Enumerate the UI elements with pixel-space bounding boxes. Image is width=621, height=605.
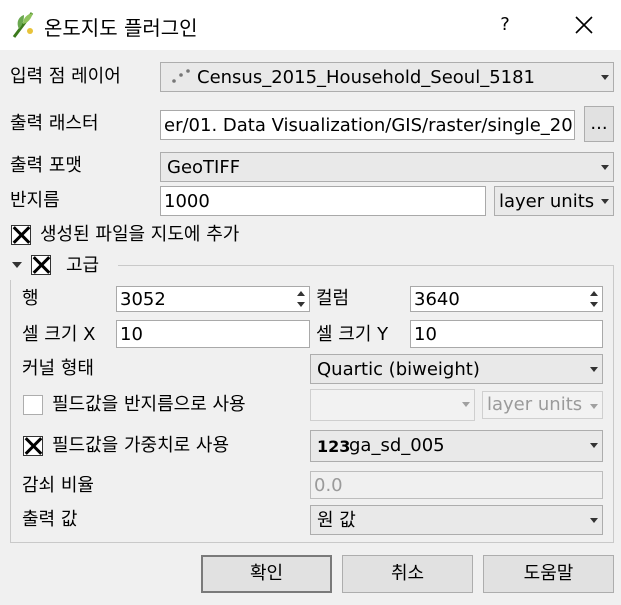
cell-x-input[interactable]: 10 (116, 320, 310, 348)
help-title-button[interactable]: ? (490, 10, 520, 40)
output-format-combo[interactable]: GeoTIFF (160, 152, 614, 182)
input-layer-combo[interactable]: Census_2015_Household_Seoul_5181 (160, 62, 614, 92)
chevron-down-icon (586, 506, 602, 534)
add-to-map-checkbox[interactable] (11, 225, 31, 245)
chevron-down-icon (597, 187, 613, 215)
chevron-down-icon (586, 392, 602, 420)
chevron-down-icon (586, 355, 602, 383)
rows-spinbox[interactable]: 3052 (116, 286, 310, 312)
cols-value: 3640 (414, 289, 460, 310)
close-button[interactable] (566, 10, 602, 40)
decay-label: 감쇠 비율 (22, 475, 94, 496)
advanced-checkbox[interactable] (31, 255, 51, 275)
output-raster-input[interactable]: er/01. Data Visualization/GIS/raster/sin… (160, 110, 575, 140)
qgis-logo-icon (10, 9, 38, 39)
radius-unit-combo[interactable]: layer units (494, 186, 614, 216)
output-format-label: 출력 포맷 (10, 155, 82, 176)
radius-field-checkbox[interactable] (23, 395, 43, 415)
window-title: 온도지도 플러그인 (44, 16, 198, 40)
weight-field-value: ga_sd_005 (349, 435, 445, 456)
cols-spinbox[interactable]: 3640 (410, 286, 603, 312)
decay-input[interactable]: 0.0 (310, 471, 603, 499)
kernel-combo[interactable]: Quartic (biweight) (310, 354, 603, 384)
chevron-down-icon (597, 63, 613, 91)
spin-up-icon[interactable] (587, 288, 601, 299)
chevron-down-icon (458, 390, 474, 418)
output-value-combo[interactable]: 원 값 (310, 505, 603, 535)
advanced-header (8, 254, 118, 280)
input-layer-label: 입력 점 레이어 (10, 66, 121, 87)
browse-button[interactable]: ... (584, 106, 614, 142)
kernel-value: Quartic (biweight) (317, 359, 480, 380)
weight-field-label: 필드값을 가중치로 사용 (52, 435, 230, 456)
kernel-label: 커널 형태 (22, 358, 94, 379)
chevron-down-icon (597, 153, 613, 181)
cols-label: 컬럼 (316, 288, 350, 309)
rows-label: 행 (22, 288, 39, 309)
point-layer-icon (169, 69, 191, 85)
radius-input[interactable]: 1000 (160, 186, 486, 216)
radius-field-label: 필드값을 반지름으로 사용 (52, 394, 246, 415)
close-icon (575, 16, 593, 34)
output-value-label: 출력 값 (22, 509, 78, 530)
add-to-map-label: 생성된 파일을 지도에 추가 (40, 224, 240, 245)
weight-field-type-icon: 123 (317, 437, 351, 456)
cell-y-label: 셀 크기 Y (316, 324, 389, 345)
cell-y-value: 10 (414, 324, 437, 345)
output-format-value: GeoTIFF (167, 157, 241, 178)
radius-value: 1000 (164, 191, 210, 212)
chevron-down-icon (586, 431, 602, 459)
output-value-value: 원 값 (317, 510, 356, 531)
output-raster-value: er/01. Data Visualization/GIS/raster/sin… (164, 115, 575, 136)
input-layer-value: Census_2015_Household_Seoul_5181 (197, 67, 536, 88)
rows-value: 3052 (120, 289, 166, 310)
spin-up-icon[interactable] (294, 288, 308, 299)
spin-down-icon[interactable] (587, 299, 601, 310)
cell-y-input[interactable]: 10 (410, 320, 603, 348)
help-button[interactable]: 도움말 (483, 555, 614, 593)
collapse-arrow-icon[interactable] (12, 262, 22, 268)
cell-x-value: 10 (120, 324, 143, 345)
weight-field-combo[interactable]: 123 ga_sd_005 (310, 430, 603, 462)
radius-field-unit-combo[interactable]: layer units (482, 391, 603, 419)
cancel-button[interactable]: 취소 (342, 555, 473, 593)
decay-value: 0.0 (314, 475, 343, 496)
radius-label: 반지름 (10, 190, 60, 211)
radius-field-unit-value: layer units (487, 394, 583, 415)
weight-field-checkbox[interactable] (23, 436, 43, 456)
advanced-label: 고급 (66, 255, 100, 276)
ok-button[interactable]: 확인 (201, 555, 332, 593)
cell-x-label: 셀 크기 X (22, 324, 96, 345)
spin-down-icon[interactable] (294, 299, 308, 310)
radius-unit-value: layer units (499, 191, 595, 212)
radius-field-combo[interactable] (310, 389, 475, 421)
output-raster-label: 출력 래스터 (10, 113, 99, 134)
